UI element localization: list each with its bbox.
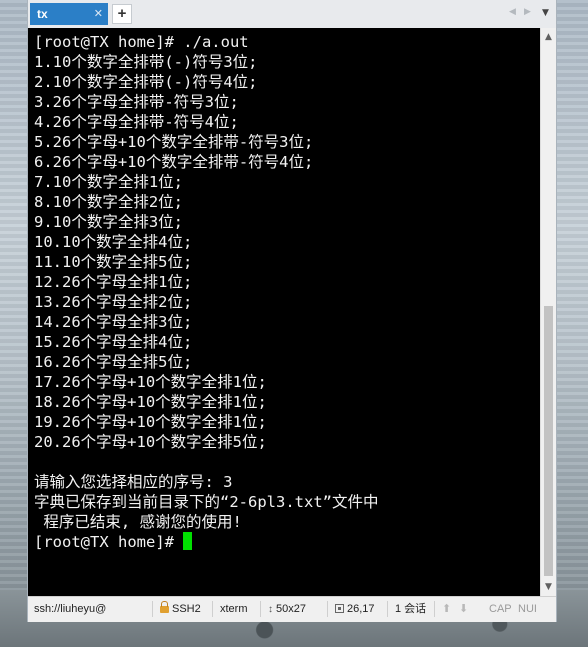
status-divider bbox=[212, 601, 213, 617]
tab-list-dropdown-icon[interactable]: ▼ bbox=[542, 8, 549, 18]
terminal-window: tx ✕ + ◀ ▶ ▼ [root@TX home]# ./a.out 1.1… bbox=[28, 0, 556, 622]
terminal-line: 程序已结束, 感谢您的使用! bbox=[34, 513, 242, 531]
status-divider bbox=[260, 601, 261, 617]
scrollbar-thumb[interactable] bbox=[544, 306, 553, 576]
status-divider bbox=[387, 601, 388, 617]
status-divider bbox=[152, 601, 153, 617]
cursor-position-icon bbox=[335, 604, 344, 613]
status-divider bbox=[327, 601, 328, 617]
close-icon[interactable]: ✕ bbox=[94, 3, 103, 25]
status-sessions: 1 会话 bbox=[395, 603, 427, 615]
terminal-line: 字典已保存到当前目录下的“2-6pl3.txt”文件中 bbox=[34, 493, 379, 511]
tab-bar: tx ✕ + ◀ ▶ ▼ bbox=[28, 0, 556, 29]
terminal-output[interactable]: [root@TX home]# ./a.out 1.10个数字全排带(-)符号3… bbox=[28, 28, 540, 596]
status-caps-lock: CAP bbox=[489, 603, 512, 615]
terminal-line: 2.10个数字全排带(-)符号4位; bbox=[34, 73, 258, 91]
terminal-line: 7.10个数字全排1位; bbox=[34, 173, 183, 191]
resize-icon: ↕ bbox=[268, 604, 273, 615]
status-size-label: 50x27 bbox=[276, 603, 306, 615]
status-terminal-type: xterm bbox=[220, 603, 248, 615]
terminal-line: 16.26个字母全排5位; bbox=[34, 353, 193, 371]
status-connection: ssh://liuheyu@ bbox=[34, 603, 107, 615]
scroll-down-icon[interactable]: ▼ bbox=[541, 580, 556, 594]
status-protocol: SSH2 bbox=[160, 597, 201, 622]
status-cursor-position: 26,17 bbox=[335, 597, 375, 622]
status-cursor-position-label: 26,17 bbox=[347, 603, 375, 615]
terminal-cursor bbox=[183, 532, 193, 550]
terminal-line: 12.26个字母全排1位; bbox=[34, 273, 193, 291]
status-protocol-label: SSH2 bbox=[172, 603, 201, 615]
terminal-line: 14.26个字母全排3位; bbox=[34, 313, 193, 331]
terminal-line: 17.26个字母+10个数字全排1位; bbox=[34, 373, 267, 391]
new-tab-button[interactable]: + bbox=[112, 4, 132, 24]
status-divider bbox=[434, 601, 435, 617]
terminal-line: 19.26个字母+10个数字全排1位; bbox=[34, 413, 267, 431]
terminal-line: 18.26个字母+10个数字全排1位; bbox=[34, 393, 267, 411]
status-bar: ssh://liuheyu@ SSH2 xterm ↕ 50x27 26,17 1… bbox=[28, 596, 556, 622]
terminal-line: 6.26个字母+10个数字全排带-符号4位; bbox=[34, 153, 314, 171]
vertical-scrollbar[interactable]: ▲ ▼ bbox=[540, 28, 556, 596]
terminal-line: [root@TX home]# ./a.out bbox=[34, 33, 249, 51]
tab-scroll-left-icon[interactable]: ◀ bbox=[509, 7, 516, 17]
tab-tx[interactable]: tx ✕ bbox=[30, 3, 108, 25]
terminal-prompt: [root@TX home]# bbox=[34, 533, 184, 551]
terminal-line: 请输入您选择相应的序号: 3 bbox=[34, 473, 233, 491]
terminal-line: 3.26个字母全排带-符号3位; bbox=[34, 93, 239, 111]
terminal-line: 1.10个数字全排带(-)符号3位; bbox=[34, 53, 258, 71]
tab-label: tx bbox=[37, 7, 48, 21]
terminal-line: 10.10个数字全排4位; bbox=[34, 233, 193, 251]
terminal-line: 5.26个字母+10个数字全排带-符号3位; bbox=[34, 133, 314, 151]
tab-scroll-right-icon[interactable]: ▶ bbox=[524, 7, 531, 17]
download-icon: ⬇ bbox=[459, 603, 469, 615]
upload-icon: ⬆ bbox=[442, 603, 452, 615]
terminal-line: 9.10个数字全排3位; bbox=[34, 213, 183, 231]
terminal-line: 8.10个数字全排2位; bbox=[34, 193, 183, 211]
terminal-line: 4.26个字母全排带-符号4位; bbox=[34, 113, 239, 131]
terminal-line: 11.10个数字全排5位; bbox=[34, 253, 193, 271]
lock-icon bbox=[160, 601, 169, 613]
status-size: ↕ 50x27 bbox=[268, 597, 306, 622]
scroll-up-icon[interactable]: ▲ bbox=[541, 30, 556, 44]
terminal-line: 13.26个字母全排2位; bbox=[34, 293, 193, 311]
terminal-line: 15.26个字母全排4位; bbox=[34, 333, 193, 351]
terminal-line: 20.26个字母+10个数字全排5位; bbox=[34, 433, 267, 451]
status-num-lock: NUI bbox=[518, 603, 537, 615]
